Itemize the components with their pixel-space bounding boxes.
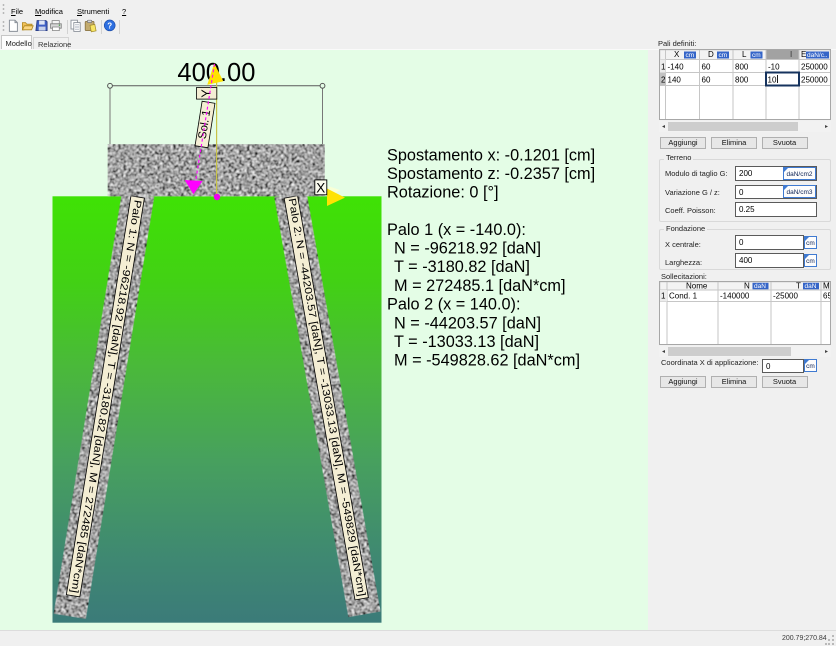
svg-text:I: I (790, 50, 792, 59)
svg-text:E: E (801, 50, 806, 59)
svg-text:Cond. 1: Cond. 1 (669, 291, 698, 300)
svg-text:T: T (796, 282, 801, 291)
svg-text:Palo 2 (x = 140.0):: Palo 2 (x = 140.0): (387, 296, 521, 314)
svg-text:L: L (742, 50, 747, 59)
svg-text:-10: -10 (768, 62, 780, 71)
svg-text:daN/c..: daN/c.. (807, 52, 828, 59)
svg-text:250000: 250000 (801, 75, 828, 84)
svg-text:-25000: -25000 (773, 291, 798, 300)
svg-text:X: X (316, 180, 325, 195)
svg-text:800: 800 (735, 75, 749, 84)
svg-text:Nome: Nome (686, 282, 708, 291)
svg-text:X: X (674, 50, 680, 59)
svg-text:M = 272485.1 [daN*cm]: M = 272485.1 [daN*cm] (394, 277, 566, 295)
svg-text:140: 140 (668, 75, 682, 84)
svg-text:60: 60 (702, 75, 711, 84)
svg-text:Palo 1 (x = -140.0):: Palo 1 (x = -140.0): (387, 221, 526, 239)
svg-text:cm: cm (686, 52, 695, 59)
svg-text:250000: 250000 (801, 62, 828, 71)
svg-text:Spostamento x: -0.1201 [cm]: Spostamento x: -0.1201 [cm] (387, 146, 595, 164)
svg-text:-140000: -140000 (720, 291, 750, 300)
svg-text:N = -44203.57 [daN]: N = -44203.57 [daN] (394, 314, 541, 332)
svg-text:1: 1 (661, 291, 666, 300)
svg-text:800: 800 (735, 62, 749, 71)
svg-text:M: M (823, 282, 830, 291)
svg-text:M = -549828.62 [daN*cm]: M = -549828.62 [daN*cm] (394, 352, 580, 370)
svg-text:?: ? (107, 21, 112, 30)
svg-text:10: 10 (768, 75, 777, 84)
svg-text:Rotazione: 0 [°]: Rotazione: 0 [°] (387, 184, 499, 202)
svg-text:N: N (744, 282, 750, 291)
svg-text:cm: cm (719, 52, 728, 59)
svg-text:Y: Y (200, 89, 214, 98)
svg-text:T = -3180.82 [daN]: T = -3180.82 [daN] (394, 258, 530, 276)
svg-text:cm: cm (752, 52, 761, 59)
svg-text:Spostamento z: -0.2357 [cm]: Spostamento z: -0.2357 [cm] (387, 165, 595, 183)
svg-text:daN: daN (754, 283, 766, 290)
svg-text:D: D (708, 50, 714, 59)
svg-text:1: 1 (661, 62, 666, 71)
svg-text:daN: daN (805, 283, 817, 290)
svg-text:-140: -140 (668, 62, 685, 71)
svg-text:T = -13033.13 [daN]: T = -13033.13 [daN] (394, 333, 539, 351)
svg-text:2: 2 (661, 75, 666, 84)
svg-text:N = -96218.92 [daN]: N = -96218.92 [daN] (394, 240, 541, 258)
svg-text:60: 60 (702, 62, 711, 71)
svg-text:650: 650 (823, 291, 830, 300)
